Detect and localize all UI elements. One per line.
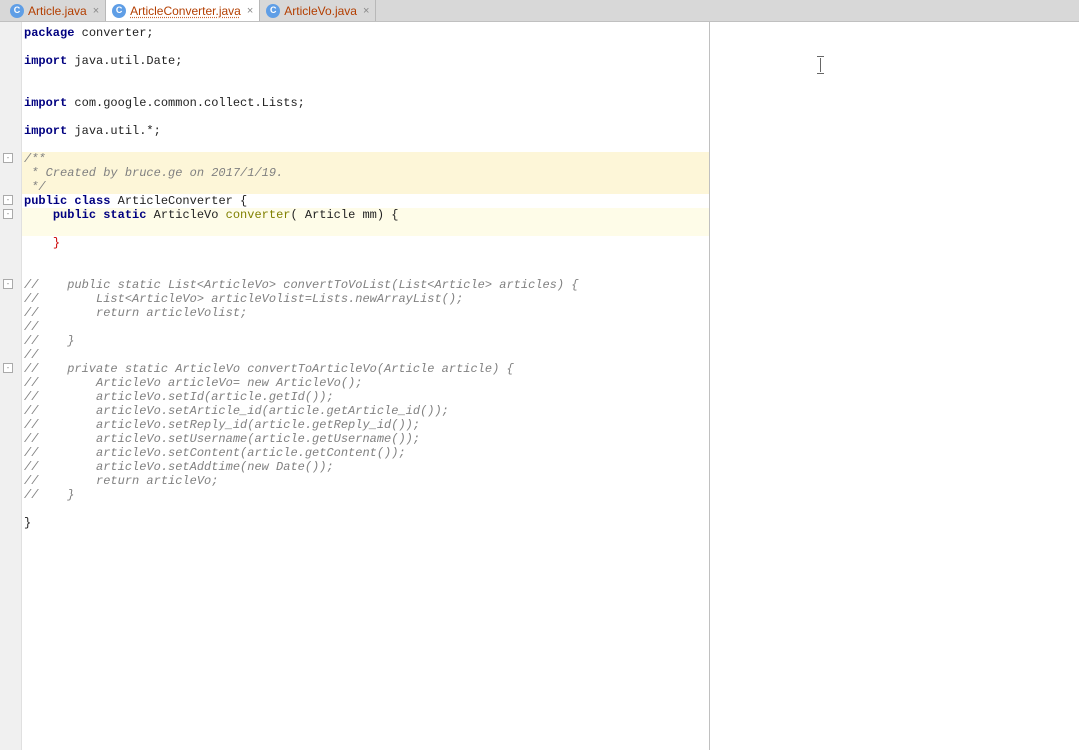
code-token: */: [24, 180, 46, 194]
code-token: }: [53, 236, 60, 250]
tab-label: Article.java: [28, 4, 87, 18]
fold-toggle-icon[interactable]: -: [3, 195, 13, 205]
code-token: import: [24, 96, 67, 110]
code-line[interactable]: //: [22, 320, 709, 334]
code-area[interactable]: package converter; import java.util.Date;…: [22, 22, 709, 750]
code-token: package: [24, 26, 74, 40]
code-token: java.util.Date;: [67, 54, 182, 68]
tab-articleconverter-java[interactable]: C ArticleConverter.java ×: [106, 0, 260, 21]
code-line[interactable]: [22, 502, 709, 516]
code-line[interactable]: [22, 82, 709, 96]
editor-left-pane[interactable]: - - - - - package converter; import java.util…: [0, 22, 709, 750]
code-token: com.google.common.collect.Lists;: [67, 96, 305, 110]
code-token: // articleVo.setContent(article.getConte…: [24, 446, 406, 460]
code-line[interactable]: [22, 110, 709, 124]
editor-right-pane[interactable]: [710, 22, 1079, 750]
code-token: import: [24, 54, 67, 68]
tab-articlevo-java[interactable]: C ArticleVo.java ×: [260, 0, 376, 21]
code-token: // articleVo.setArticle_id(article.getAr…: [24, 404, 449, 418]
code-line[interactable]: [22, 222, 709, 236]
code-line[interactable]: }: [22, 516, 709, 530]
code-line[interactable]: package converter;: [22, 26, 709, 40]
fold-toggle-icon[interactable]: -: [3, 363, 13, 373]
code-line[interactable]: // private static ArticleVo convertToArt…: [22, 362, 709, 376]
code-token: java.util.*;: [67, 124, 161, 138]
code-token: ( Article mm) {: [290, 208, 398, 222]
code-line[interactable]: [22, 40, 709, 54]
code-token: // ArticleVo articleVo= new ArticleVo();: [24, 376, 362, 390]
code-line[interactable]: [22, 68, 709, 82]
code-token: converter: [226, 208, 291, 222]
code-line[interactable]: // articleVo.setReply_id(article.getRepl…: [22, 418, 709, 432]
fold-toggle-icon[interactable]: -: [3, 153, 13, 163]
code-line[interactable]: import java.util.Date;: [22, 54, 709, 68]
editor-gutter[interactable]: - - - - -: [0, 22, 22, 750]
code-line[interactable]: // articleVo.setArticle_id(article.getAr…: [22, 404, 709, 418]
code-token: // }: [24, 488, 74, 502]
code-line[interactable]: // articleVo.setId(article.getId());: [22, 390, 709, 404]
code-token: // articleVo.setAddtime(new Date());: [24, 460, 334, 474]
code-token: /**: [24, 152, 46, 166]
text-caret-icon: [820, 58, 821, 72]
code-line[interactable]: // public static List<ArticleVo> convert…: [22, 278, 709, 292]
java-class-icon: C: [112, 4, 126, 18]
code-token: public static: [53, 208, 147, 222]
code-line[interactable]: [22, 138, 709, 152]
code-line[interactable]: import java.util.*;: [22, 124, 709, 138]
code-line[interactable]: }: [22, 236, 709, 250]
code-line[interactable]: // }: [22, 334, 709, 348]
code-line[interactable]: */: [22, 180, 709, 194]
fold-toggle-icon[interactable]: -: [3, 279, 13, 289]
code-token: // public static List<ArticleVo> convert…: [24, 278, 579, 292]
code-line[interactable]: /**: [22, 152, 709, 166]
code-line[interactable]: * Created by bruce.ge on 2017/1/19.: [22, 166, 709, 180]
code-token: // private static ArticleVo convertToArt…: [24, 362, 514, 376]
fold-toggle-icon[interactable]: -: [3, 209, 13, 219]
code-token: ArticleVo: [146, 208, 225, 222]
code-token: }: [24, 516, 31, 530]
code-line[interactable]: public class ArticleConverter {: [22, 194, 709, 208]
close-icon[interactable]: ×: [363, 5, 369, 17]
code-token: * Created by bruce.ge on 2017/1/19.: [24, 166, 283, 180]
code-line[interactable]: // articleVo.setAddtime(new Date());: [22, 460, 709, 474]
code-line[interactable]: [22, 250, 709, 264]
code-token: [24, 208, 53, 222]
code-token: // articleVo.setReply_id(article.getRepl…: [24, 418, 420, 432]
code-line[interactable]: //: [22, 348, 709, 362]
close-icon[interactable]: ×: [93, 5, 99, 17]
code-token: converter;: [74, 26, 153, 40]
code-line[interactable]: import com.google.common.collect.Lists;: [22, 96, 709, 110]
code-token: public class: [24, 194, 110, 208]
code-token: ArticleConverter {: [110, 194, 247, 208]
code-line[interactable]: // articleVo.setContent(article.getConte…: [22, 446, 709, 460]
editor-shell: - - - - - package converter; import java.util…: [0, 22, 1079, 750]
code-line[interactable]: public static ArticleVo converter( Artic…: [22, 208, 709, 222]
code-line[interactable]: // ArticleVo articleVo= new ArticleVo();: [22, 376, 709, 390]
code-token: // List<ArticleVo> articleVolist=Lists.n…: [24, 292, 463, 306]
code-line[interactable]: // List<ArticleVo> articleVolist=Lists.n…: [22, 292, 709, 306]
code-token: // articleVo.setUsername(article.getUser…: [24, 432, 420, 446]
code-token: // return articleVolist;: [24, 306, 247, 320]
code-token: //: [24, 348, 38, 362]
code-line[interactable]: [22, 264, 709, 278]
code-token: // return articleVo;: [24, 474, 218, 488]
java-class-icon: C: [266, 4, 280, 18]
tab-label: ArticleVo.java: [284, 4, 357, 18]
tab-article-java[interactable]: C Article.java ×: [4, 0, 106, 21]
code-line[interactable]: // articleVo.setUsername(article.getUser…: [22, 432, 709, 446]
code-token: // }: [24, 334, 74, 348]
code-token: import: [24, 124, 67, 138]
code-token: //: [24, 320, 38, 334]
code-token: // articleVo.setId(article.getId());: [24, 390, 334, 404]
code-line[interactable]: // return articleVolist;: [22, 306, 709, 320]
tab-label: ArticleConverter.java: [130, 4, 241, 18]
code-line[interactable]: // return articleVo;: [22, 474, 709, 488]
close-icon[interactable]: ×: [247, 5, 253, 17]
code-line[interactable]: // }: [22, 488, 709, 502]
code-token: [24, 236, 53, 250]
editor-tab-bar: C Article.java × C ArticleConverter.java × C Ar…: [0, 0, 1079, 22]
java-class-icon: C: [10, 4, 24, 18]
